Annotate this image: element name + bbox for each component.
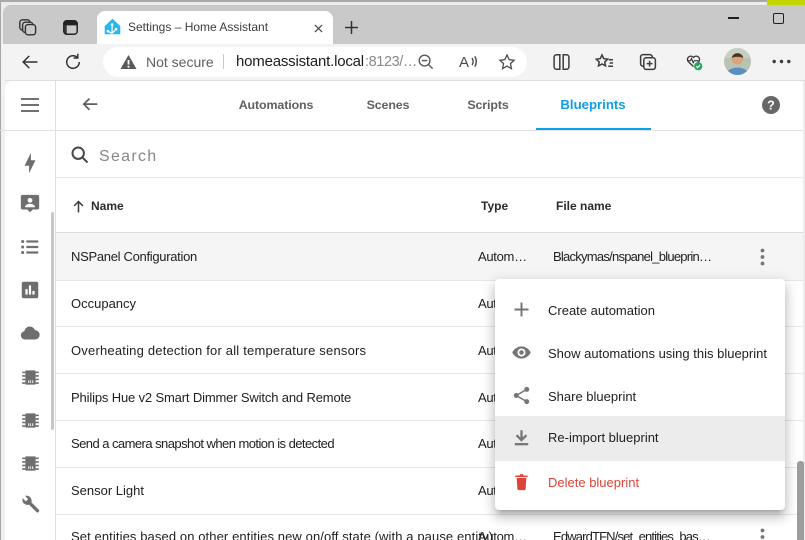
svg-text:A: A — [459, 54, 469, 71]
svg-text:?: ? — [767, 99, 775, 113]
